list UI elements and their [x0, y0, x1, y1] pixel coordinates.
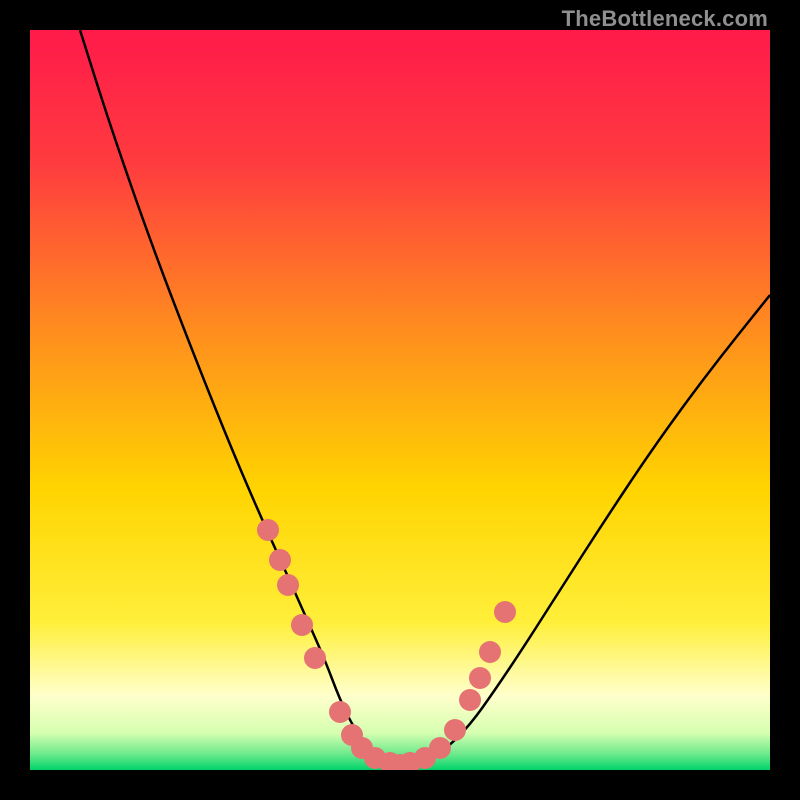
- highlight-dot: [459, 689, 481, 711]
- highlight-dots: [257, 519, 516, 770]
- curve-path: [80, 30, 770, 764]
- highlight-dot: [494, 601, 516, 623]
- watermark-text: TheBottleneck.com: [562, 6, 768, 32]
- plot-area: [30, 30, 770, 770]
- highlight-dot: [277, 574, 299, 596]
- highlight-dot: [257, 519, 279, 541]
- chart-frame: TheBottleneck.com: [0, 0, 800, 800]
- highlight-dot: [429, 737, 451, 759]
- highlight-dot: [469, 667, 491, 689]
- highlight-dot: [269, 549, 291, 571]
- highlight-dot: [329, 701, 351, 723]
- highlight-dot: [304, 647, 326, 669]
- highlight-dot: [444, 719, 466, 741]
- bottleneck-curve: [30, 30, 770, 770]
- highlight-dot: [291, 614, 313, 636]
- highlight-dot: [479, 641, 501, 663]
